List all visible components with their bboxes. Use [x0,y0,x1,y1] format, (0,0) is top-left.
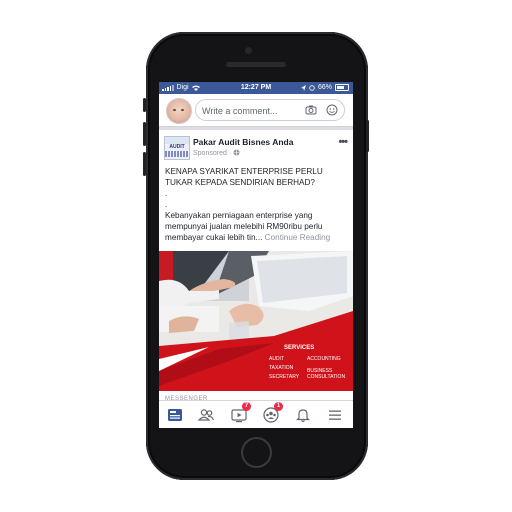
volume-up-button [143,122,146,146]
home-button[interactable] [241,437,272,468]
tab-friends[interactable] [196,405,216,425]
post-text: KENAPA SYARIKAT ENTERPRISE PERLU TUKAR K… [165,166,349,243]
front-camera [245,47,252,54]
power-button [366,120,369,152]
globe-icon [233,149,240,156]
watch-badge: 7 [242,402,251,411]
alarm-icon [309,84,315,91]
page-logo[interactable]: AUDIT [164,136,190,160]
tab-groups[interactable]: 1 [261,402,283,425]
service-accounting: ACCOUNTING [307,356,341,362]
service-taxation: TAXATION [269,365,294,371]
sponsored-text: Sponsored [193,150,227,157]
post-dot-1: . [165,189,168,198]
ad-image[interactable]: SERVICES AUDIT TAXATION SECRETARY ACCOUN… [159,251,353,391]
battery-percentage: 66% [317,84,332,91]
camera-icon[interactable] [305,104,317,116]
phone-screen: Digi 12:27 PM 66% Write a comment... AUD… [159,82,353,428]
earpiece-speaker [226,62,286,67]
more-options-icon[interactable]: ••• [338,136,348,148]
status-bar: Digi 12:27 PM 66% [159,82,353,94]
page-logo-text: AUDIT [169,144,185,150]
post-headline: KENAPA SYARIKAT ENTERPRISE PERLU TUKAR K… [165,167,323,187]
groups-badge: 1 [274,402,283,411]
volume-down-button [143,152,146,176]
battery-icon [335,84,349,91]
page-name[interactable]: Pakar Audit Bisnes Anda [193,137,293,147]
bell-icon [296,409,310,423]
service-audit: AUDIT [269,356,284,362]
bottom-tab-bar: 7 1 [159,400,353,428]
comment-input[interactable]: Write a comment... [195,99,345,121]
services-title: SERVICES [284,345,315,351]
service-secretary: SECRETARY [269,374,300,380]
friends-icon [197,409,215,421]
continue-reading-link[interactable]: Continue Reading [265,233,331,242]
emoji-icon[interactable] [326,104,338,116]
user-avatar[interactable] [166,98,192,124]
mute-switch [143,98,146,112]
sponsored-label: Sponsored · [193,149,240,157]
tab-menu[interactable] [325,405,345,425]
news-feed-icon [168,409,182,421]
tab-notifications[interactable] [293,405,313,425]
comment-bar: Write a comment... [159,94,353,127]
location-icon [300,84,306,91]
tab-news-feed[interactable] [165,405,185,425]
service-consultation: CONSULTATION [307,374,346,380]
tab-watch[interactable]: 7 [229,402,251,425]
post-dot-2: . [165,200,168,209]
sponsored-post: AUDIT Pakar Audit Bisnes Anda Sponsored … [159,130,353,426]
hamburger-menu-icon [329,410,341,420]
